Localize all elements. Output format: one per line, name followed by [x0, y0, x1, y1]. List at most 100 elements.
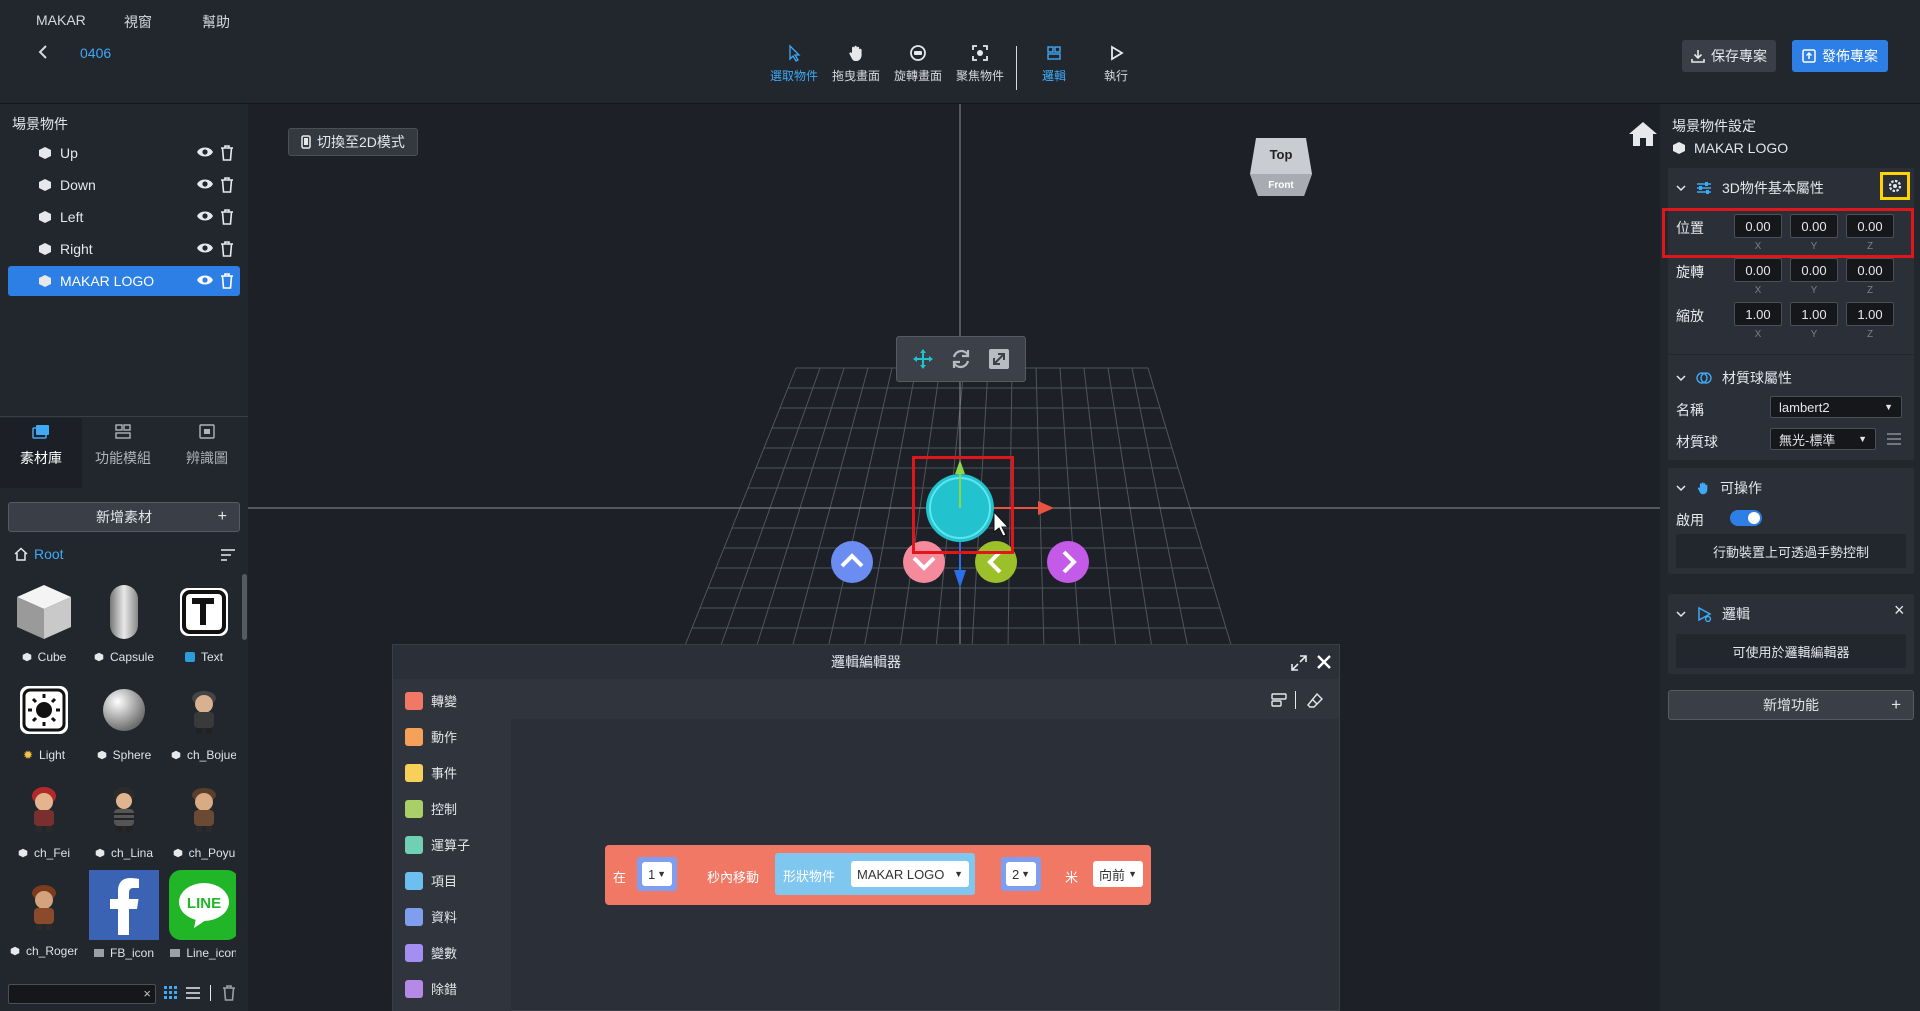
asset-sphere[interactable]: Sphere [88, 678, 160, 762]
scene-item-left[interactable]: Left [8, 202, 240, 232]
asset-ch-poyu[interactable]: ch_Poyu [168, 776, 236, 860]
scene-item-right[interactable]: Right [8, 234, 240, 264]
remove-logic-icon[interactable]: × [1894, 600, 1905, 621]
move-logic-block[interactable]: 在 1 ▼ 秒內移動 形狀物件 MAKAR LOGO ▼ 2 ▼ 米 向前 ▼ [605, 845, 1151, 905]
tab-assets[interactable]: 素材庫 [0, 418, 82, 488]
tool-rotate-view[interactable]: 旋轉畫面 [888, 44, 948, 84]
tab-image-targets[interactable]: 辨識圖 [166, 418, 248, 488]
asset-light[interactable]: ✹ Light [8, 678, 80, 762]
publish-project-button[interactable]: 發佈專案 [1792, 40, 1888, 72]
category-debug[interactable]: 除錯 [405, 979, 457, 998]
asset-fb-icon[interactable]: FB_icon [88, 870, 160, 960]
tool-select[interactable]: 選取物件 [764, 44, 824, 84]
top-bar: MAKAR 視窗 幫助 0406 選取物件 拖曳畫面 旋轉畫面 聚焦物件 邏輯 … [0, 0, 1920, 104]
add-feature-button[interactable]: 新增功能 + [1668, 690, 1914, 720]
close-icon[interactable] [1315, 653, 1333, 674]
save-project-button[interactable]: 保存專案 [1682, 40, 1776, 72]
position-x-field[interactable]: 0.00 [1734, 214, 1782, 238]
object-settings-button[interactable] [1880, 172, 1910, 200]
category-event[interactable]: 事件 [405, 763, 457, 782]
asset-ch-lina[interactable]: ch_Lina [88, 776, 160, 860]
position-y-field[interactable]: 0.00 [1790, 214, 1838, 238]
scene-item-down[interactable]: Down [8, 170, 240, 200]
menu-help[interactable]: 幫助 [202, 12, 230, 32]
position-z-field[interactable]: 0.00 [1846, 214, 1894, 238]
scale-z-field[interactable]: 1.00 [1846, 302, 1894, 326]
view-cube[interactable]: Top Front [1248, 136, 1314, 200]
breadcrumb-root[interactable]: Root [14, 546, 64, 562]
eye-icon[interactable] [196, 241, 214, 255]
asset-ch-fei[interactable]: ch_Fei [8, 776, 80, 860]
project-name[interactable]: 0406 [80, 45, 111, 61]
asset-scrollbar[interactable] [242, 574, 247, 640]
scene-item-up[interactable]: Up [8, 138, 240, 168]
tool-pan[interactable]: 拖曳畫面 [826, 44, 886, 84]
move-label: 秒內移動 [707, 870, 760, 885]
material-section-header[interactable]: 材質球屬性 [1676, 368, 1792, 388]
asset-search-input[interactable]: × [8, 984, 156, 1004]
category-action[interactable]: 動作 [405, 727, 457, 746]
switch-2d-mode-button[interactable]: 切換至2D模式 [288, 128, 418, 156]
interactive-section-header[interactable]: 可操作 [1676, 478, 1762, 498]
rotation-x-field[interactable]: 0.00 [1734, 258, 1782, 282]
eye-icon[interactable] [196, 145, 214, 159]
category-operator[interactable]: 運算子 [405, 835, 470, 854]
scale-icon[interactable] [987, 347, 1011, 371]
grid-view-icon[interactable] [164, 986, 178, 1003]
scale-y-field[interactable]: 1.00 [1790, 302, 1838, 326]
sort-icon[interactable] [220, 548, 236, 564]
category-variable[interactable]: 變數 [405, 943, 457, 962]
menu-makar[interactable]: MAKAR [36, 12, 86, 28]
trash-icon[interactable] [220, 177, 234, 193]
tab-modules[interactable]: 功能模組 [82, 418, 164, 488]
asset-cube[interactable]: Cube [8, 580, 80, 664]
home-view-icon[interactable] [1628, 120, 1658, 151]
tool-run[interactable]: 執行 [1086, 44, 1146, 84]
distance-select[interactable]: 2 ▼ [1006, 862, 1036, 886]
trash-icon[interactable] [220, 241, 234, 257]
logic-editor-header: 邏輯編輯器 [393, 645, 1339, 679]
asset-ch-bojue[interactable]: ch_Bojue [168, 678, 236, 762]
category-data[interactable]: 資料 [405, 907, 457, 926]
trash-icon[interactable] [220, 209, 234, 225]
rotation-y-field[interactable]: 0.00 [1790, 258, 1838, 282]
trash-icon[interactable] [220, 273, 234, 289]
move-icon[interactable] [911, 347, 935, 371]
category-control[interactable]: 控制 [405, 799, 457, 818]
rotate-icon[interactable] [949, 347, 973, 371]
asset-text[interactable]: Text [168, 580, 236, 664]
object-select[interactable]: MAKAR LOGO ▼ [851, 861, 969, 887]
tool-logic[interactable]: 邏輯 [1024, 44, 1084, 84]
back-icon[interactable] [36, 44, 50, 63]
arrange-blocks-icon[interactable] [1271, 693, 1287, 710]
asset-line-icon[interactable]: LINE Line_icon [168, 870, 236, 960]
3d-viewport[interactable]: 切換至2D模式 Top Front 邏輯編輯器 轉變 動作 事件 控制 運算子 … [248, 104, 1660, 1011]
material-ball-select[interactable]: 無光-標準 ▼ [1770, 428, 1876, 450]
basic-properties-header[interactable]: 3D物件基本屬性 [1676, 178, 1824, 198]
duration-select[interactable]: 1 ▼ [642, 862, 672, 886]
asset-capsule[interactable]: Capsule [88, 580, 160, 664]
logic-section-header[interactable]: 邏輯 [1676, 604, 1750, 624]
eye-icon[interactable] [196, 209, 214, 223]
scene-item-makar-logo[interactable]: MAKAR LOGO [8, 266, 240, 296]
expand-icon[interactable] [1291, 655, 1307, 674]
clear-search-icon[interactable]: × [143, 986, 151, 1001]
rotation-z-field[interactable]: 0.00 [1846, 258, 1894, 282]
menu-window[interactable]: 視窗 [124, 12, 152, 32]
scale-x-field[interactable]: 1.00 [1734, 302, 1782, 326]
eraser-icon[interactable] [1307, 692, 1323, 712]
eye-icon[interactable] [196, 273, 214, 287]
eye-icon[interactable] [196, 177, 214, 191]
material-list-icon[interactable] [1886, 432, 1902, 448]
list-view-icon[interactable] [186, 986, 200, 1003]
trash-icon[interactable] [220, 145, 234, 161]
category-transform[interactable]: 轉變 [405, 691, 457, 710]
add-asset-button[interactable]: 新增素材 + [8, 502, 240, 532]
direction-select[interactable]: 向前 ▼ [1093, 861, 1143, 887]
category-item[interactable]: 項目 [405, 871, 457, 890]
asset-ch-roger[interactable]: ch_Roger [8, 874, 80, 958]
enable-toggle[interactable] [1730, 510, 1762, 526]
trash-icon[interactable] [222, 985, 236, 1004]
material-name-select[interactable]: lambert2 ▼ [1770, 396, 1902, 418]
tool-focus[interactable]: 聚焦物件 [950, 44, 1010, 84]
